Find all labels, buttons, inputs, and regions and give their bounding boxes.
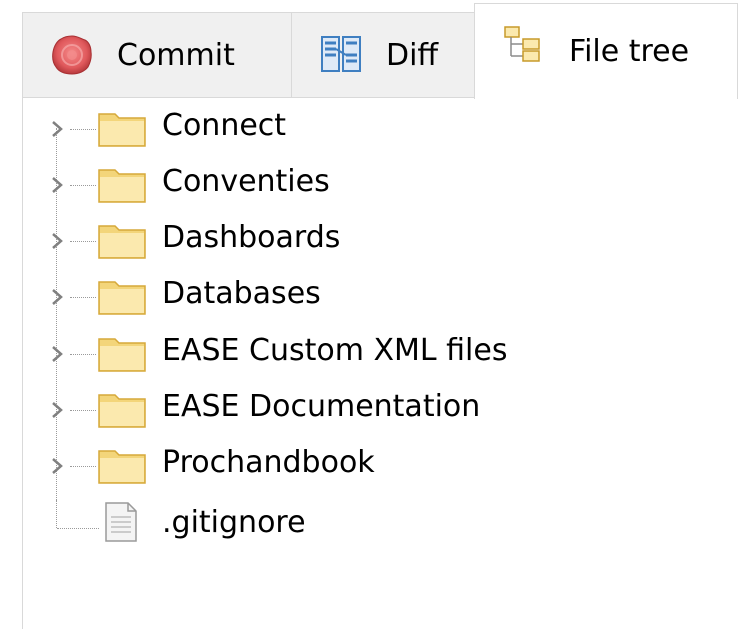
chevron-right-icon[interactable] <box>46 228 68 254</box>
tree-connector-line <box>70 297 96 298</box>
folder-icon <box>98 225 146 259</box>
chevron-right-icon[interactable] <box>46 284 68 310</box>
tree-item-label: Dashboards <box>162 220 341 255</box>
tree-item-gitignore[interactable]: .gitignore <box>0 493 738 549</box>
tree-item-label: Databases <box>162 276 321 311</box>
tree-connector-line <box>70 354 96 355</box>
tree-item-label: EASE Custom XML files <box>162 333 508 368</box>
tree-item-label: .gitignore <box>162 505 306 540</box>
tree-item-label: Connect <box>162 108 287 143</box>
file-icon <box>105 502 137 542</box>
chevron-right-icon[interactable] <box>46 453 68 479</box>
folder-icon <box>98 113 146 147</box>
chevron-right-icon[interactable] <box>46 172 68 198</box>
tab-label: File tree <box>569 34 690 69</box>
tree-item-ease-custom-xml-files[interactable]: EASE Custom XML files <box>0 325 738 381</box>
tree-item-dashboards[interactable]: Dashboards <box>0 212 738 268</box>
chevron-right-icon[interactable] <box>46 116 68 142</box>
folder-icon <box>98 281 146 315</box>
file-tree-icon <box>504 26 540 62</box>
folder-icon <box>98 450 146 484</box>
tree-connector-line <box>70 466 96 467</box>
tree-item-label: Prochandbook <box>162 445 375 480</box>
tab-file-tree[interactable]: File tree <box>474 3 738 99</box>
chevron-right-icon[interactable] <box>46 341 68 367</box>
tree-connector-line <box>57 528 99 529</box>
tree-item-connect[interactable]: Connect <box>0 100 738 156</box>
chevron-right-icon[interactable] <box>46 397 68 423</box>
tree-item-databases[interactable]: Databases <box>0 268 738 324</box>
tree-connector-line <box>70 241 96 242</box>
tree-item-conventies[interactable]: Conventies <box>0 156 738 212</box>
folder-icon <box>98 394 146 428</box>
tree-item-label: Conventies <box>162 164 330 199</box>
tree-connector-line <box>70 185 96 186</box>
tree-connector-line <box>70 410 96 411</box>
tree-item-prochandbook[interactable]: Prochandbook <box>0 437 738 493</box>
tree-item-label: EASE Documentation <box>162 389 481 424</box>
folder-icon <box>98 338 146 372</box>
tab-strip-divider <box>22 97 474 98</box>
tree-item-ease-documentation[interactable]: EASE Documentation <box>0 381 738 437</box>
folder-icon <box>98 169 146 203</box>
tree-connector-line <box>70 129 96 130</box>
